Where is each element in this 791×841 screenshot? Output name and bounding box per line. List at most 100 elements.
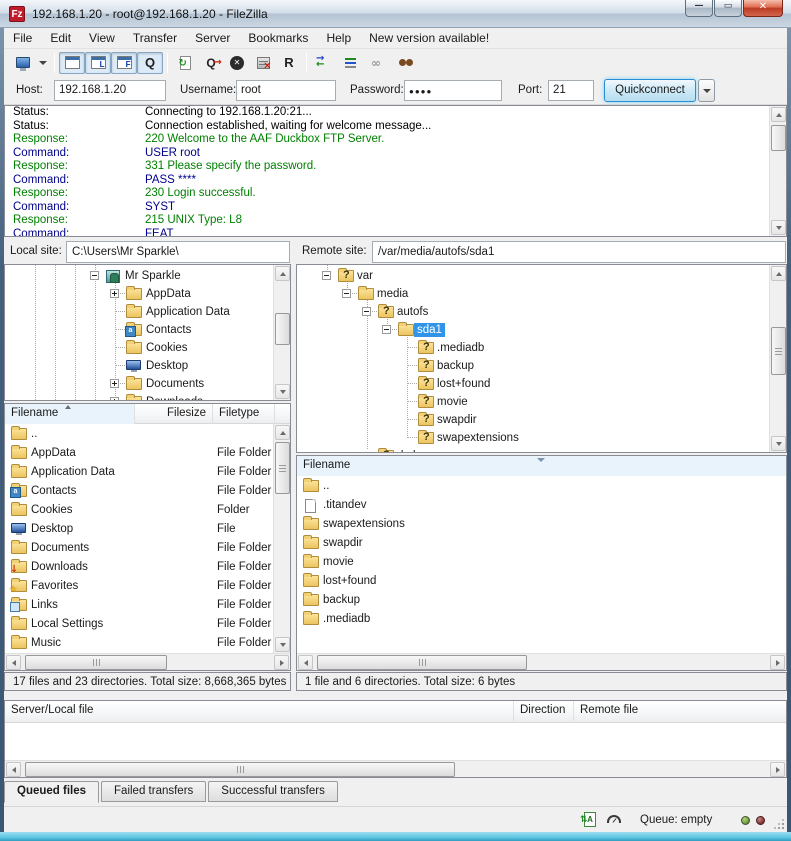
scroll-up-button[interactable] [771, 107, 786, 122]
file-row[interactable]: .. [5, 425, 290, 444]
tree-item[interactable]: Documents [5, 375, 290, 393]
collapse-toggle-icon[interactable] [90, 271, 99, 280]
tree-item[interactable]: movie [297, 393, 786, 411]
toggle-remote-tree-icon[interactable]: F [111, 52, 137, 74]
collapse-toggle-icon[interactable] [362, 307, 371, 316]
scrollbar-thumb[interactable] [25, 762, 455, 777]
expand-toggle-icon[interactable] [110, 397, 119, 401]
scroll-left-button[interactable] [6, 762, 21, 777]
maximize-button[interactable]: ▭ [714, 0, 742, 17]
toggle-local-tree-icon[interactable]: L [85, 52, 111, 74]
transfer-type-icon[interactable]: A [584, 812, 596, 827]
titlebar[interactable]: Fz 192.168.1.20 - root@192.168.1.20 - Fi… [0, 0, 791, 28]
scroll-right-button[interactable] [770, 762, 785, 777]
process-queue-icon[interactable]: Q→ [198, 52, 224, 74]
tab-successful-transfers[interactable]: Successful transfers [208, 781, 338, 802]
local-list-vscrollbar[interactable] [273, 424, 290, 653]
tree-item[interactable]: Mr Sparkle [5, 267, 290, 285]
file-row[interactable]: Downloads File Folder [5, 558, 290, 577]
menu-new-version[interactable]: New version available! [360, 28, 498, 49]
scrollbar-thumb[interactable] [771, 327, 786, 375]
tree-item-selected[interactable]: sda1 [297, 321, 786, 339]
site-manager-dropdown-icon[interactable] [36, 52, 50, 74]
scroll-down-button[interactable] [771, 220, 786, 235]
tree-item[interactable]: .mediadb [297, 339, 786, 357]
file-row[interactable]: .. [297, 477, 786, 496]
menu-view[interactable]: View [80, 28, 124, 49]
remote-tree-scrollbar[interactable] [769, 265, 786, 452]
local-list-hscrollbar[interactable] [5, 653, 290, 670]
speed-limits-icon[interactable] [607, 815, 621, 823]
quickconnect-button[interactable]: Quickconnect [604, 79, 696, 102]
search-icon[interactable] [389, 52, 415, 74]
quickconnect-dropdown[interactable] [698, 79, 715, 102]
menu-server[interactable]: Server [186, 28, 239, 49]
filter-icon[interactable]: ∞ [363, 52, 389, 74]
file-row[interactable]: AppData File Folder [5, 444, 290, 463]
menu-transfer[interactable]: Transfer [124, 28, 186, 49]
scroll-down-button[interactable] [275, 637, 290, 652]
file-row[interactable]: movie [297, 553, 786, 572]
toggle-message-log-icon[interactable] [59, 52, 85, 74]
scroll-right-button[interactable] [274, 655, 289, 670]
column-header-filesize[interactable]: Filesize [135, 404, 213, 424]
menu-bookmarks[interactable]: Bookmarks [239, 28, 317, 49]
file-row[interactable]: Contacts File Folder [5, 482, 290, 501]
file-row[interactable]: Application Data File Folder [5, 463, 290, 482]
file-row[interactable]: Music File Folder [5, 634, 290, 653]
tree-item[interactable]: Downloads [5, 393, 290, 401]
scroll-up-button[interactable] [275, 266, 290, 281]
host-input[interactable]: 192.168.1.20 [54, 80, 166, 101]
tree-item[interactable]: swapdir [297, 411, 786, 429]
file-row[interactable]: Favorites File Folder [5, 577, 290, 596]
file-row[interactable]: swapdir [297, 534, 786, 553]
toggle-queue-icon[interactable]: Q [137, 52, 163, 74]
tree-item[interactable]: autofs [297, 303, 786, 321]
scroll-left-button[interactable] [6, 655, 21, 670]
file-row[interactable]: .mediadb [297, 610, 786, 629]
tree-item[interactable]: Cookies [5, 339, 290, 357]
scroll-left-button[interactable] [298, 655, 313, 670]
close-button[interactable]: ✕ [743, 0, 783, 17]
tree-item[interactable]: Application Data [5, 303, 290, 321]
tree-item[interactable]: media [297, 285, 786, 303]
file-row[interactable]: Desktop File [5, 520, 290, 539]
scroll-right-button[interactable] [770, 655, 785, 670]
file-row[interactable]: .titandev [297, 496, 786, 515]
file-row[interactable]: Cookies Folder [5, 501, 290, 520]
tree-item[interactable]: AppData [5, 285, 290, 303]
file-row[interactable]: swapextensions [297, 515, 786, 534]
scroll-down-button[interactable] [771, 436, 786, 451]
column-header-direction[interactable]: Direction [514, 701, 574, 721]
resize-grip[interactable] [774, 819, 784, 829]
local-tree-scrollbar[interactable] [273, 265, 290, 400]
file-row[interactable]: backup [297, 591, 786, 610]
collapse-toggle-icon[interactable] [382, 325, 391, 334]
port-input[interactable]: 21 [548, 80, 594, 101]
file-row[interactable]: Links File Folder [5, 596, 290, 615]
tree-item[interactable]: var [297, 267, 786, 285]
tree-item[interactable]: Desktop [5, 357, 290, 375]
scrollbar-thumb[interactable] [25, 655, 167, 670]
synchronized-browsing-icon[interactable]: →← [311, 52, 337, 74]
menu-help[interactable]: Help [317, 28, 360, 49]
scrollbar-thumb[interactable] [771, 125, 786, 151]
scroll-up-button[interactable] [771, 266, 786, 281]
local-site-combobox[interactable]: C:\Users\Mr Sparkle\ [66, 241, 290, 263]
collapse-toggle-icon[interactable] [322, 271, 331, 280]
remote-list-hscrollbar[interactable] [297, 653, 786, 670]
scroll-down-button[interactable] [275, 384, 290, 399]
directory-comparison-icon[interactable] [337, 52, 363, 74]
disconnect-icon[interactable]: ✕ [250, 52, 276, 74]
cancel-icon[interactable]: ✕ [224, 52, 250, 74]
site-manager-icon[interactable] [10, 52, 36, 74]
refresh-icon[interactable]: ↻ [172, 52, 198, 74]
tree-item[interactable]: swapextensions [297, 429, 786, 447]
collapse-toggle-icon[interactable] [342, 289, 351, 298]
log-scrollbar[interactable] [769, 106, 786, 236]
tab-queued-files[interactable]: Queued files [4, 781, 99, 803]
tree-item[interactable]: dvd [297, 447, 786, 453]
expand-toggle-icon[interactable] [110, 379, 119, 388]
file-row[interactable]: Documents File Folder [5, 539, 290, 558]
file-row[interactable]: Local Settings File Folder [5, 615, 290, 634]
